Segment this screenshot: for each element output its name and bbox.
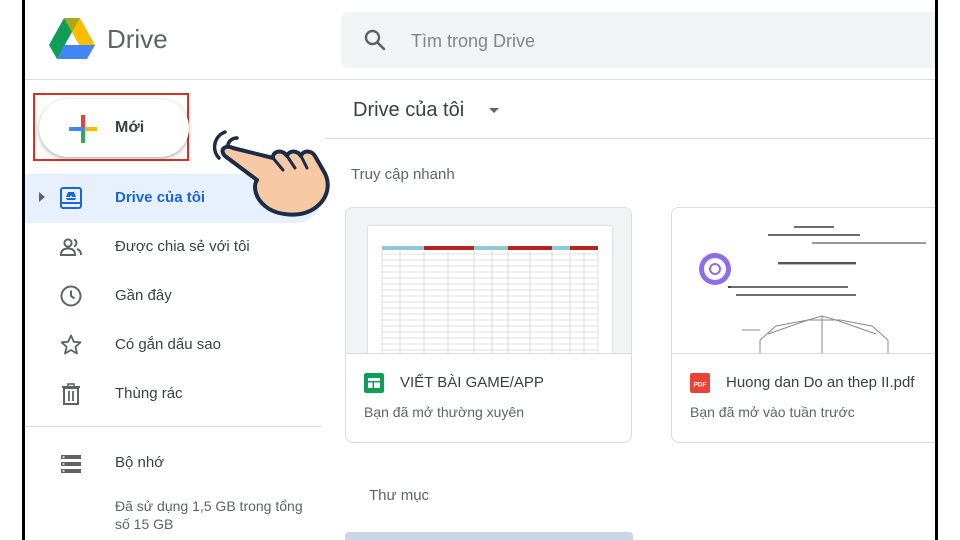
top-bar: Drive	[25, 0, 935, 80]
spreadsheet-preview	[368, 226, 612, 353]
translate-badge-icon[interactable]	[698, 252, 732, 286]
sidebar-item-shared-with-me[interactable]: Được chia sẻ với tôi	[25, 223, 321, 272]
file-preview-thumbnail	[672, 208, 935, 354]
pdf-icon: PDF	[690, 373, 710, 393]
page-title[interactable]: Drive của tôi	[353, 99, 464, 122]
pdf-preview	[672, 208, 935, 353]
spreadsheet-grid-icon	[381, 246, 599, 353]
folder-card-partial[interactable]	[345, 532, 633, 540]
pointing-hand-cursor-icon	[212, 130, 330, 217]
sidebar-item-recent[interactable]: Gần đây	[25, 272, 321, 321]
sidebar-divider	[25, 426, 321, 427]
sidebar-item-trash[interactable]: Thùng rác	[25, 370, 321, 419]
file-name-row: VIẾT BÀI GAME/APP	[364, 372, 624, 394]
search-bar[interactable]	[341, 12, 935, 68]
quick-access-card-pdf[interactable]: PDF Huong dan Do an thep II.pdf Bạn đã m…	[671, 207, 935, 443]
my-drive-icon	[60, 187, 82, 209]
file-activity: Bạn đã mở thường xuyên	[364, 404, 525, 420]
expand-caret-icon[interactable]	[39, 192, 45, 202]
storage-usage-text: Đã sử dụng 1,5 GB trong tổng số 15 GB	[115, 498, 303, 532]
app-name: Drive	[107, 24, 168, 54]
sidebar-item-starred[interactable]: Có gắn dấu sao	[25, 321, 321, 370]
plus-icon	[69, 115, 97, 143]
shared-people-icon	[59, 238, 82, 256]
main-content: Drive của tôi Truy cập nhanh VIẾT BÀI GA…	[325, 81, 935, 540]
file-preview-thumbnail	[346, 208, 631, 354]
drive-window: Drive Mới	[22, 0, 938, 540]
sidebar-item-label: Được chia sẻ với tôi	[115, 238, 250, 255]
svg-text:PDF: PDF	[694, 382, 707, 389]
file-activity: Bạn đã mở vào tuần trước	[690, 404, 855, 420]
file-name: VIẾT BÀI GAME/APP	[400, 374, 544, 391]
search-icon[interactable]	[363, 28, 387, 52]
storage-label: Bộ nhớ	[115, 454, 165, 471]
quick-access-title: Truy cập nhanh	[351, 166, 455, 183]
new-button-label: Mới	[115, 119, 145, 136]
google-drive-logo-icon[interactable]	[49, 18, 95, 60]
new-button[interactable]: Mới	[39, 99, 189, 157]
sidebar-item-label: Thùng rác	[115, 385, 183, 402]
chevron-down-icon[interactable]	[489, 108, 499, 113]
sidebar-item-label: Gần đây	[115, 287, 172, 304]
search-input[interactable]	[411, 28, 831, 54]
clock-icon	[60, 285, 82, 307]
google-sheets-icon	[364, 373, 384, 393]
storage-icon	[61, 455, 81, 473]
file-name-row: PDF Huong dan Do an thep II.pdf	[690, 372, 935, 394]
main-header: Drive của tôi	[325, 81, 935, 139]
folders-section-title: Thư mục	[369, 487, 430, 504]
sidebar-item-label: Có gắn dấu sao	[115, 336, 221, 353]
file-name: Huong dan Do an thep II.pdf	[726, 374, 915, 391]
star-icon	[60, 334, 82, 355]
sidebar-item-label: Drive của tôi	[115, 189, 206, 206]
trash-icon	[62, 383, 80, 405]
quick-access-card-sheet[interactable]: VIẾT BÀI GAME/APP Bạn đã mở thường xuyên	[345, 207, 632, 443]
